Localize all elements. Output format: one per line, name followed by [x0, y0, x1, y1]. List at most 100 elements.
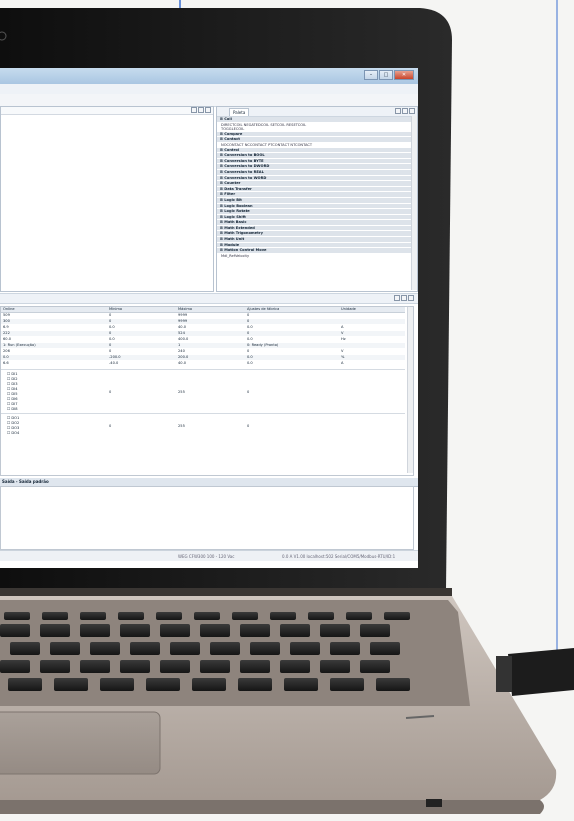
- table-row[interactable]: 6.6 -40.0 40.0 0.0 A: [1, 361, 405, 366]
- editor-window-controls[interactable]: [190, 107, 211, 113]
- table-cell: Hz: [341, 337, 346, 341]
- keyboard-key: [210, 642, 240, 655]
- keyboard-key: [0, 660, 30, 673]
- table-cell: Unidade: [341, 307, 356, 311]
- table-row[interactable]: 206 0 240 0 V: [1, 349, 405, 354]
- usb-adapter: [508, 648, 574, 696]
- status-connection: 0.0 A V1.00 localhost:502 Serial/COM5/Mo…: [282, 554, 396, 559]
- table-cell: Mínimo: [109, 307, 123, 311]
- keyboard-key: [80, 612, 106, 620]
- keyboard-key: [280, 624, 310, 637]
- table-cell: 0: [109, 331, 112, 335]
- keyboard-key: [90, 642, 120, 655]
- keyboard-key: [360, 624, 390, 637]
- bit-checkbox[interactable]: ☐ DO4: [7, 431, 19, 436]
- tab-output[interactable]: Saída - Saída padrão: [2, 479, 49, 484]
- touchpad: [0, 711, 161, 775]
- keyboard-key: [330, 678, 364, 691]
- maximize-button[interactable]: □: [379, 70, 393, 80]
- table-cell: 509: [3, 313, 10, 317]
- table-cell: 1: [178, 343, 181, 347]
- keyboard-key: [4, 612, 30, 620]
- keyboard-key: [8, 678, 42, 691]
- table-cell: 255: [178, 390, 185, 394]
- table-cell: 0: [247, 424, 250, 428]
- keyboard-key: [308, 612, 334, 620]
- keyboard-key: [50, 642, 80, 655]
- keyboard-key: [238, 678, 272, 691]
- minimize-button[interactable]: –: [364, 70, 378, 80]
- keyboard-key: [54, 678, 88, 691]
- keyboard-key: [160, 624, 190, 637]
- table-cell: -40.0: [109, 361, 119, 365]
- table-cell: 6.9: [3, 325, 9, 329]
- keyboard-key: [270, 612, 296, 620]
- keyboard-key: [160, 660, 190, 673]
- keyboard-key: [156, 612, 182, 620]
- panel-divider: [0, 293, 418, 304]
- palette-window-controls[interactable]: [394, 108, 415, 114]
- keyboard-key: [346, 612, 372, 620]
- palette-scrollbar[interactable]: [411, 116, 417, 290]
- table-cell: 0.0: [109, 325, 115, 329]
- keyboard-key: [240, 624, 270, 637]
- keyboard-key: [170, 642, 200, 655]
- table-cell: 300: [3, 319, 10, 323]
- table-cell: 0.0: [247, 337, 253, 341]
- panel-window-controls[interactable]: [393, 295, 414, 301]
- table-cell: 60.0: [3, 337, 12, 341]
- keyboard-key: [192, 678, 226, 691]
- table-cell: 0: [109, 313, 112, 317]
- table-row[interactable]: 0.0 -200.0 200.0 0.0%: [1, 355, 405, 360]
- table-scrollbar[interactable]: [407, 307, 413, 473]
- keyboard-key: [120, 660, 150, 673]
- keyboard-key: [40, 624, 70, 637]
- output-console[interactable]: [0, 486, 414, 550]
- bit-group: ☐ DO1 ☐ DO2 ☐ DO3 ☐ DO4 0 255 0: [1, 413, 405, 438]
- keyboard-key: [146, 678, 180, 691]
- table-cell: 40.0: [178, 361, 187, 365]
- keyboard-key: [130, 642, 160, 655]
- table-cell: 0.0: [247, 325, 253, 329]
- status-device: WEG CFW300 100 - 120 Vac: [178, 554, 235, 559]
- keyboard-key: [240, 660, 270, 673]
- palette-panel: Paleta ⊞ Coil DIRECTCOIL NEGATEDCOIL SETC…: [216, 106, 418, 292]
- status-bar: WEG CFW300 100 - 120 Vac 0.0 A V1.00 loc…: [0, 550, 418, 561]
- table-cell: 0.0: [247, 355, 253, 359]
- keyboard-key: [290, 642, 320, 655]
- table-row[interactable]: 509 0 9999 0: [1, 313, 405, 318]
- keyboard-key: [194, 612, 220, 620]
- table-cell: 0.0: [247, 361, 253, 365]
- table-cell: 255: [178, 424, 185, 428]
- table-cell: 240: [178, 349, 185, 353]
- keyboard-key: [118, 612, 144, 620]
- table-cell: 6.6: [3, 361, 9, 365]
- tab-palette[interactable]: Paleta: [229, 108, 250, 116]
- keyboard-key: [330, 642, 360, 655]
- keyboard-key: [320, 660, 350, 673]
- ladder-editor[interactable]: [0, 106, 214, 292]
- close-button[interactable]: ✕: [394, 70, 414, 80]
- status-lights: [426, 799, 442, 807]
- table-cell: 0: [247, 319, 250, 323]
- keyboard-key: [320, 624, 350, 637]
- keyboard-key: [360, 660, 390, 673]
- editor-header: [1, 107, 213, 115]
- bit-checkbox[interactable]: ☐ DI8: [7, 407, 17, 412]
- table-row[interactable]: 300 0 9999 0: [1, 319, 405, 324]
- table-row[interactable]: 6.9 0.0 40.0 0.0 A: [1, 325, 405, 330]
- table-cell: 400.0: [178, 337, 189, 341]
- keyboard-key: [0, 624, 30, 637]
- palette-element[interactable]: Mdl_RefVelocity: [217, 254, 417, 259]
- table-row[interactable]: 222 0 524 0 V: [1, 331, 405, 336]
- table-cell: V: [341, 331, 344, 335]
- table-row[interactable]: 1: Run (Execução) 0 1 0: Ready (Pronto): [1, 343, 405, 348]
- keyboard-key: [100, 678, 134, 691]
- keyboard-key: [80, 660, 110, 673]
- table-cell: 9999: [178, 313, 188, 317]
- keyboard-key: [280, 660, 310, 673]
- keyboard-key: [200, 660, 230, 673]
- keyboard-key: [200, 624, 230, 637]
- table-row[interactable]: 60.0 0.0 400.0 0.0 Hz: [1, 337, 405, 342]
- table-cell: %: [341, 355, 345, 359]
